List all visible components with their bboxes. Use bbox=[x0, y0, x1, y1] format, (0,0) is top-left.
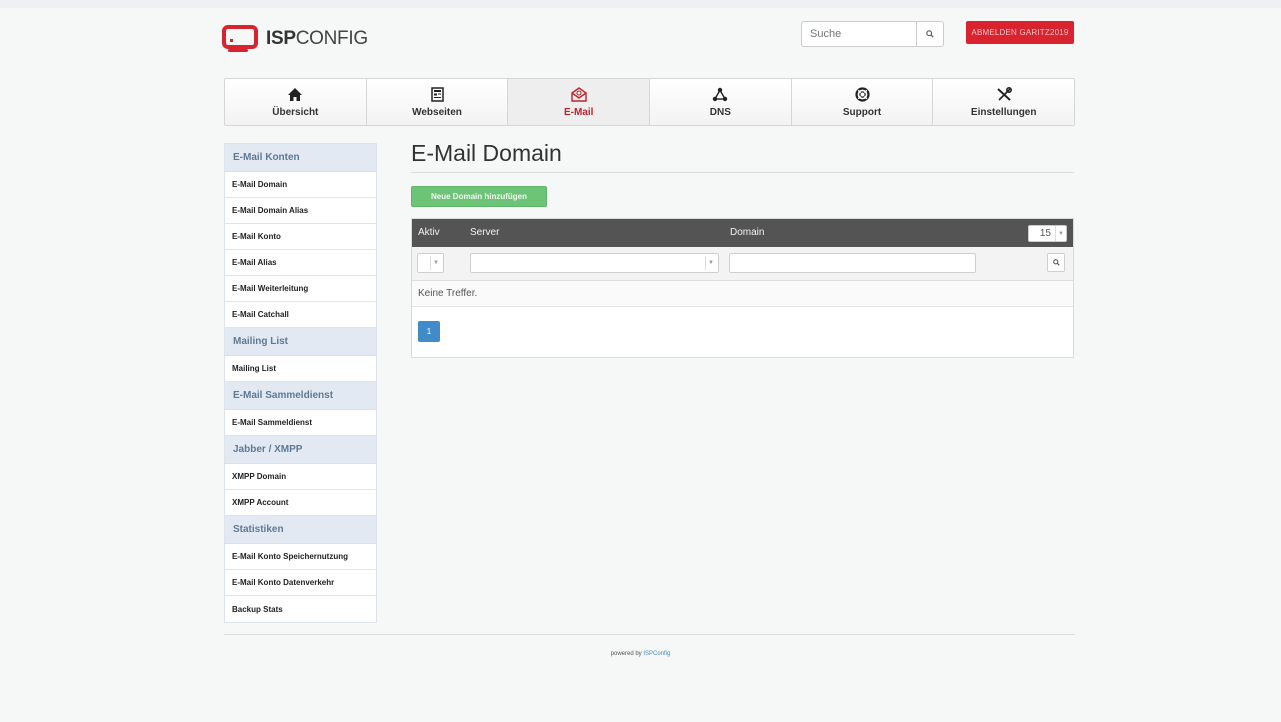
home-icon bbox=[287, 87, 303, 103]
filter-active-select[interactable]: ▼ bbox=[417, 253, 444, 273]
tools-icon bbox=[996, 87, 1012, 103]
nav-item-dns[interactable]: DNS bbox=[650, 79, 792, 125]
sidebar-item-fetchmail[interactable]: E-Mail Sammeldienst bbox=[225, 410, 376, 436]
page-title: E-Mail Domain bbox=[411, 140, 562, 166]
logout-button[interactable]: ABMELDEN GARITZ2019 bbox=[966, 21, 1074, 44]
footer: powered by ISPConfig bbox=[0, 651, 1281, 657]
no-results-row: Keine Treffer. bbox=[412, 281, 1073, 307]
sidebar-section-statistics: Statistiken bbox=[225, 516, 376, 544]
sidebar: E-Mail Konten E-Mail Domain E-Mail Domai… bbox=[224, 143, 377, 623]
sidebar-item-mailbox-traffic[interactable]: E-Mail Konto Datenverkehr bbox=[225, 570, 376, 596]
dns-icon bbox=[712, 87, 728, 103]
column-header-domain[interactable]: Domain bbox=[730, 227, 764, 238]
title-divider bbox=[411, 172, 1074, 173]
ispconfig-logo[interactable]: ISPCONFIG bbox=[222, 24, 368, 54]
search-icon bbox=[926, 30, 934, 38]
pagination-page-1[interactable]: 1 bbox=[418, 321, 440, 342]
sidebar-item-email-forward[interactable]: E-Mail Weiterleitung bbox=[225, 276, 376, 302]
sidebar-item-email-domain[interactable]: E-Mail Domain bbox=[225, 172, 376, 198]
footer-text: powered by bbox=[610, 651, 642, 657]
filter-row: ▼ ▼ bbox=[412, 247, 1073, 281]
column-header-active[interactable]: Aktiv bbox=[418, 227, 440, 238]
add-domain-button[interactable]: Neue Domain hinzufügen bbox=[411, 186, 547, 207]
website-icon bbox=[430, 87, 444, 103]
chevron-down-icon: ▼ bbox=[1055, 226, 1066, 241]
lifebuoy-icon bbox=[854, 87, 870, 103]
column-header-server[interactable]: Server bbox=[470, 227, 499, 238]
sidebar-item-xmpp-domain[interactable]: XMPP Domain bbox=[225, 464, 376, 490]
nav-label: DNS bbox=[709, 106, 731, 118]
search-box bbox=[801, 21, 944, 47]
sidebar-item-email-account[interactable]: E-Mail Konto bbox=[225, 224, 376, 250]
filter-server-select[interactable]: ▼ bbox=[470, 253, 719, 273]
nav-label: E-Mail bbox=[563, 106, 594, 118]
filter-domain-input[interactable] bbox=[729, 253, 976, 273]
nav-item-support[interactable]: Support bbox=[791, 79, 934, 125]
sidebar-item-email-catchall[interactable]: E-Mail Catchall bbox=[225, 302, 376, 328]
sidebar-section-xmpp: Jabber / XMPP bbox=[225, 436, 376, 464]
search-button[interactable] bbox=[916, 21, 944, 47]
sidebar-item-mailbox-quota[interactable]: E-Mail Konto Speichernutzung bbox=[225, 544, 376, 570]
sidebar-item-email-alias[interactable]: E-Mail Alias bbox=[225, 250, 376, 276]
domain-table: Aktiv Server Domain 15 ▼ ▼ ▼ Keine Treff… bbox=[411, 218, 1074, 358]
sidebar-item-mailing-list[interactable]: Mailing List bbox=[225, 356, 376, 382]
sidebar-item-email-domain-alias[interactable]: E-Mail Domain Alias bbox=[225, 198, 376, 224]
logo-text: ISPCONFIG bbox=[266, 28, 368, 49]
nav-item-email[interactable]: E-Mail bbox=[508, 79, 651, 125]
table-header: Aktiv Server Domain 15 ▼ bbox=[412, 219, 1073, 247]
filter-search-button[interactable] bbox=[1047, 253, 1065, 272]
nav-item-websites[interactable]: Webseiten bbox=[366, 79, 509, 125]
sidebar-item-xmpp-account[interactable]: XMPP Account bbox=[225, 490, 376, 516]
sidebar-section-mailing-list: Mailing List bbox=[225, 328, 376, 356]
sidebar-section-email-accounts: E-Mail Konten bbox=[225, 144, 376, 172]
logo-monitor-icon bbox=[222, 25, 258, 53]
page-size-select[interactable]: 15 ▼ bbox=[1028, 225, 1067, 242]
chevron-down-icon: ▼ bbox=[705, 256, 716, 270]
page-size-value: 15 bbox=[1039, 228, 1051, 239]
nav-item-settings[interactable]: Einstellungen bbox=[933, 79, 1075, 125]
nav-item-overview[interactable]: Übersicht bbox=[225, 79, 367, 125]
chevron-down-icon: ▼ bbox=[430, 256, 441, 270]
nav-label: Support bbox=[842, 106, 882, 118]
nav-label: Webseiten bbox=[412, 106, 462, 118]
footer-link[interactable]: ISPConfig bbox=[643, 651, 670, 657]
sidebar-item-backup-stats[interactable]: Backup Stats bbox=[225, 596, 376, 622]
search-input[interactable] bbox=[801, 21, 916, 47]
sidebar-section-fetchmail: E-Mail Sammeldienst bbox=[225, 382, 376, 410]
main-nav: Übersicht Webseiten E-Mail DNS Support E… bbox=[224, 78, 1075, 126]
search-icon bbox=[1052, 259, 1060, 266]
nav-label: Übersicht bbox=[272, 106, 319, 118]
email-icon bbox=[570, 87, 587, 103]
footer-divider bbox=[224, 634, 1075, 635]
nav-label: Einstellungen bbox=[970, 106, 1037, 118]
